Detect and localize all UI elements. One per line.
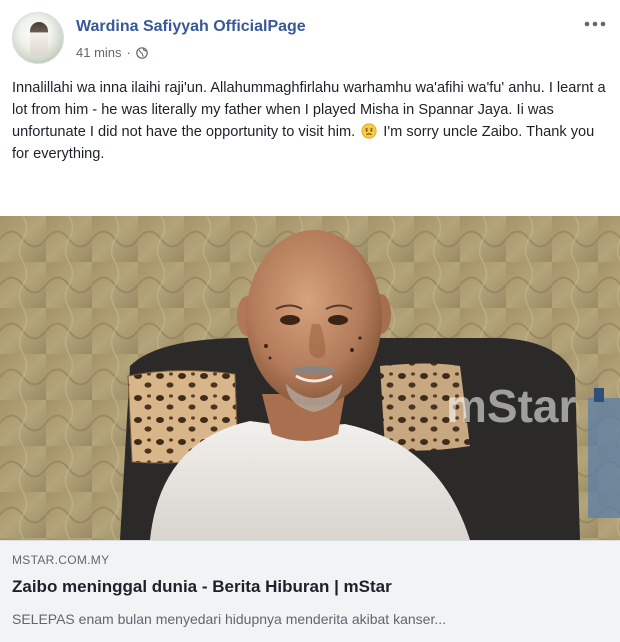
link-domain: MSTAR.COM.MY — [12, 553, 110, 567]
post-message: Innalillahi wa inna ilaihi raji'un. Alla… — [12, 77, 608, 165]
avatar-figure — [30, 22, 48, 56]
link-description: SELEPAS enam bulan menyedari hidupnya me… — [12, 611, 446, 627]
sad-face-emoji-icon — [361, 123, 377, 139]
post-timestamp[interactable]: 41 mins — [76, 45, 122, 60]
photo-illustration: mStar — [0, 216, 620, 540]
page-name-link[interactable]: Wardina Safiyyah OfficialPage — [76, 18, 306, 36]
link-title[interactable]: Zaibo meninggal dunia - Berita Hiburan |… — [12, 577, 392, 597]
post-header: Wardina Safiyyah OfficialPage 41 mins · — [0, 0, 620, 70]
page-avatar[interactable] — [12, 12, 64, 64]
post-photo[interactable]: mStar — [0, 216, 620, 540]
photo-watermark: mStar — [446, 380, 576, 432]
globe-icon[interactable] — [136, 46, 148, 59]
meta-separator: · — [126, 45, 131, 60]
more-options-icon[interactable] — [582, 14, 608, 34]
post-meta: 41 mins · — [76, 45, 148, 60]
link-preview-card[interactable]: MSTAR.COM.MY Zaibo meninggal dunia - Ber… — [0, 540, 620, 642]
